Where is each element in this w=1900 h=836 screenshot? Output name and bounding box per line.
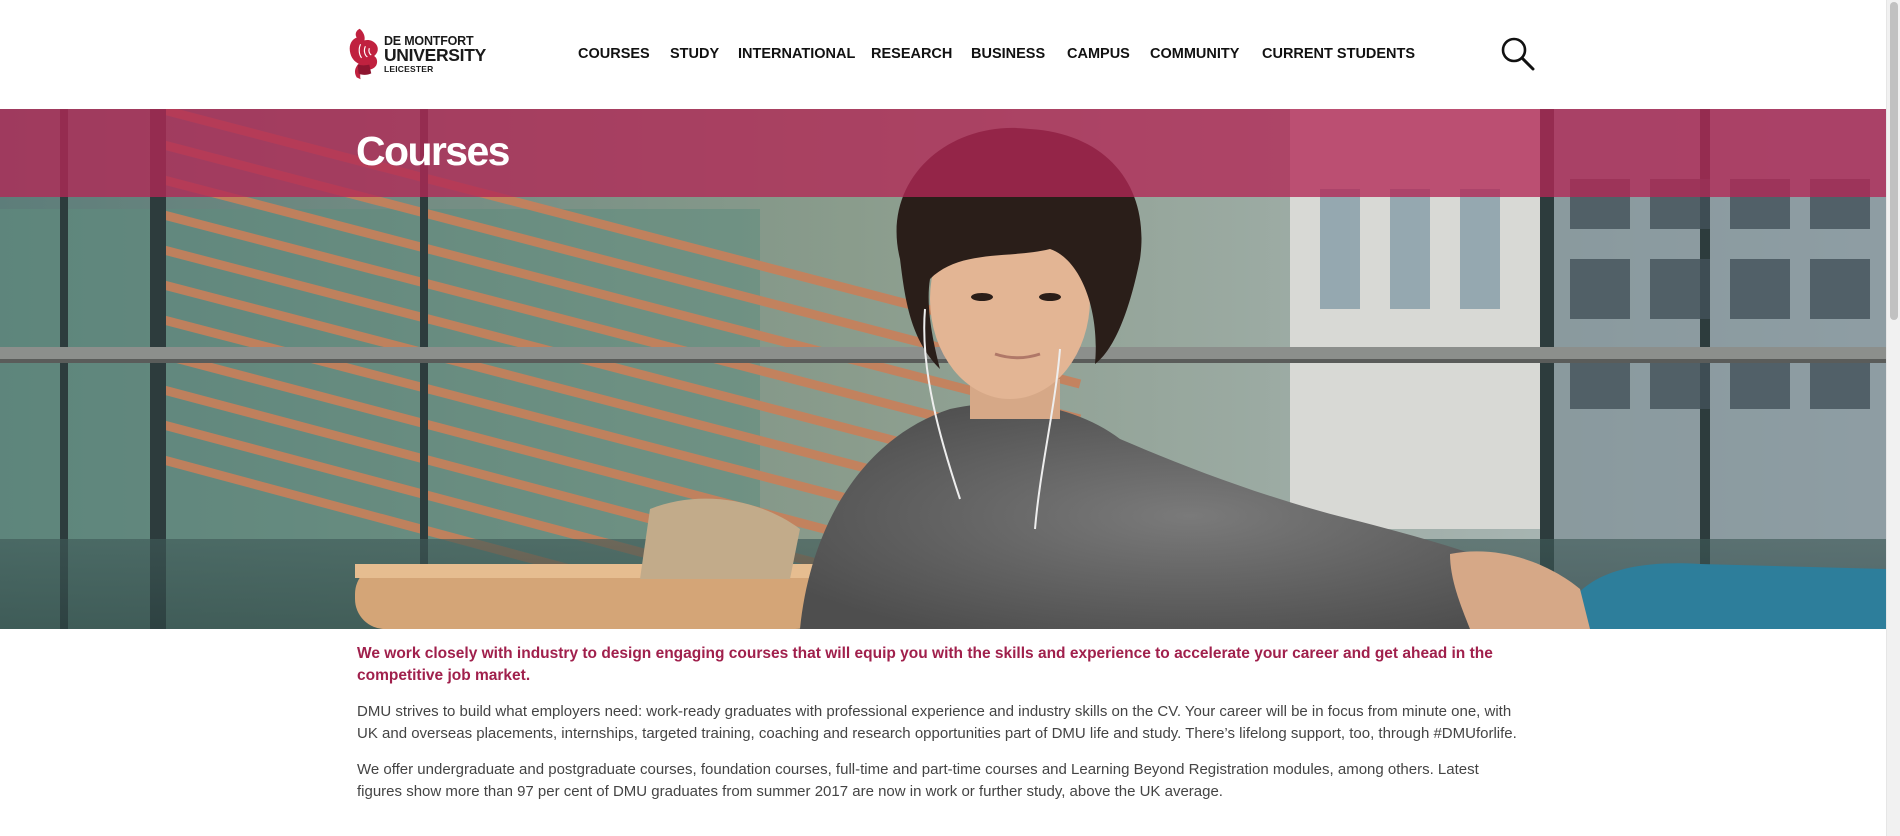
nav-item-international[interactable]: INTERNATIONAL xyxy=(738,46,855,62)
dmu-logo[interactable]: DE MONTFORT UNIVERSITY LEICESTER xyxy=(346,24,486,84)
intro-lead: We work closely with industry to design … xyxy=(357,645,1493,684)
nav-item-courses[interactable]: COURSES xyxy=(578,46,650,62)
intro-paragraph-2: We offer undergraduate and postgraduate … xyxy=(357,761,1479,800)
site-header: DE MONTFORT UNIVERSITY LEICESTER COURSES… xyxy=(0,0,1886,109)
nav-item-business[interactable]: BUSINESS xyxy=(971,46,1045,62)
intro-content: We work closely with industry to design … xyxy=(357,643,1517,803)
logo-line-3: LEICESTER xyxy=(383,63,434,74)
dmu-lion-logo-icon xyxy=(349,28,378,80)
nav-item-research[interactable]: RESEARCH xyxy=(871,46,952,62)
logo-line-2: UNIVERSITY xyxy=(383,45,486,66)
nav-item-study[interactable]: STUDY xyxy=(670,46,719,62)
page-title: Courses xyxy=(356,128,510,174)
page-title-band xyxy=(0,109,1886,197)
search-icon xyxy=(1501,37,1535,71)
logo-wordmark: DE MONTFORT UNIVERSITY LEICESTER xyxy=(384,35,486,74)
scrollbar-thumb[interactable] xyxy=(1890,2,1898,320)
search-button[interactable] xyxy=(1500,36,1536,72)
page-scrollbar[interactable] xyxy=(1886,0,1900,836)
hero-banner: Courses xyxy=(0,109,1886,629)
nav-item-community[interactable]: COMMUNITY xyxy=(1150,46,1239,62)
intro-paragraph-1: DMU strives to build what employers need… xyxy=(357,703,1517,742)
nav-item-campus[interactable]: CAMPUS xyxy=(1067,46,1130,62)
nav-item-current-students[interactable]: CURRENT STUDENTS xyxy=(1262,46,1415,62)
